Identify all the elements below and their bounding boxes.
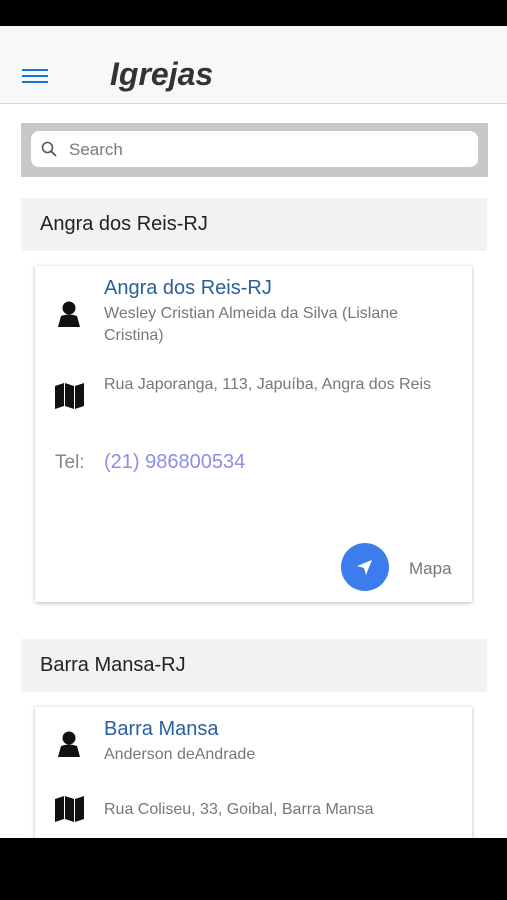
map-icon xyxy=(55,383,84,409)
map-navigation-button[interactable] xyxy=(341,543,389,591)
church-pastor: Anderson deAndrade xyxy=(104,746,256,763)
church-pastor: Wesley Cristian Almeida da Silva (Lislan… xyxy=(104,305,399,344)
search-bar xyxy=(21,123,488,177)
person-icon xyxy=(58,301,80,327)
phone-link[interactable]: (21) 986800534 xyxy=(104,451,245,474)
bottom-bar xyxy=(0,838,507,900)
tel-label: Tel: xyxy=(55,452,85,473)
person-icon xyxy=(58,731,80,757)
section-header-barra-mansa: Barra Mansa-RJ xyxy=(21,639,487,692)
church-card-angra[interactable]: Angra dos Reis-RJ Wesley Cristian Almeid… xyxy=(35,266,472,602)
page-title: Igrejas xyxy=(110,56,214,92)
map-icon xyxy=(55,796,84,822)
hamburger-menu-icon[interactable] xyxy=(20,66,50,86)
church-name[interactable]: Angra dos Reis-RJ xyxy=(104,277,272,300)
search-input[interactable] xyxy=(67,137,471,163)
navigation-arrow-icon xyxy=(357,560,372,575)
search-box[interactable] xyxy=(31,131,478,167)
search-icon xyxy=(41,141,57,157)
church-address: Rua Coliseu, 33, Goibal, Barra Mansa xyxy=(104,801,374,818)
map-label[interactable]: Mapa xyxy=(409,559,452,579)
church-address: Rua Japoranga, 113, Japuíba, Angra dos R… xyxy=(104,376,432,393)
app-header: Igrejas xyxy=(0,26,507,104)
status-bar xyxy=(0,0,507,26)
church-name[interactable]: Barra Mansa xyxy=(104,718,219,741)
section-header-angra: Angra dos Reis-RJ xyxy=(21,198,487,251)
